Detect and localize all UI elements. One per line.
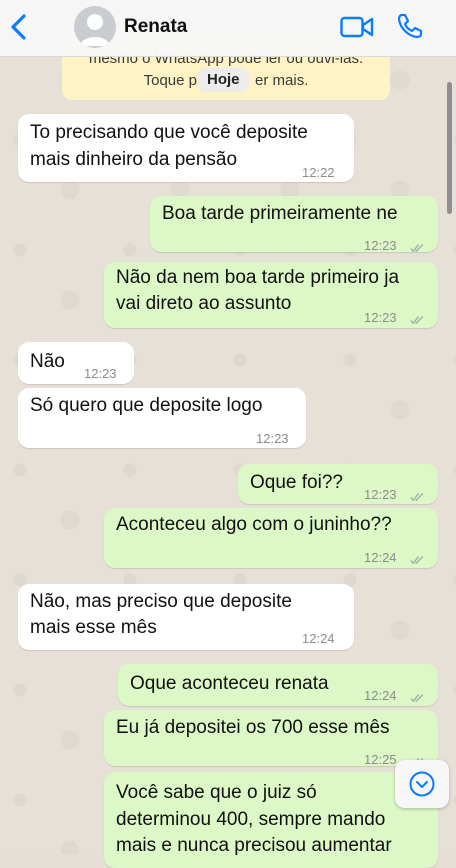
message-text: vai direto ao assunto [116, 293, 292, 314]
message-bubble-outgoing[interactable]: Boa tarde primeiramente ne 12:23 [150, 196, 438, 253]
message-bubble-incoming[interactable]: Não, mas preciso que deposite mais esse … [18, 584, 354, 650]
contact-name[interactable]: Renata [124, 16, 187, 38]
message-time: 12:22 [302, 165, 335, 180]
phone-icon[interactable] [396, 12, 424, 40]
message-text: Você sabe que o juiz só [116, 782, 317, 803]
message-text: Não da nem boa tarde primeiro ja [116, 267, 400, 288]
message-time: 12:23 [364, 487, 397, 502]
message-time: 12:25 [364, 752, 397, 767]
message-bubble-outgoing[interactable]: Aconteceu algo com o juninho?? 12:24 [104, 508, 438, 568]
message-time: 12:23 [256, 431, 289, 446]
message-time: 12:23 [364, 238, 397, 253]
date-pill: Hoje [198, 68, 249, 92]
read-ticks-icon [410, 484, 424, 502]
chevron-down-circle-icon [409, 771, 435, 797]
read-ticks-icon [410, 547, 424, 565]
avatar[interactable] [74, 6, 116, 48]
message-text: Eu já depositei os 700 esse mês [116, 717, 390, 738]
read-ticks-icon [410, 749, 424, 767]
message-time: 12:23 [84, 366, 117, 381]
message-bubble-outgoing[interactable]: Oque aconteceu renata 12:24 [118, 664, 438, 706]
message-text: Só quero que deposite logo [30, 395, 263, 416]
message-text: Boa tarde primeiramente ne [162, 203, 398, 224]
scroll-to-bottom-button[interactable] [395, 760, 449, 808]
message-text: mais e nunca precisou aumentar [116, 835, 392, 856]
read-ticks-icon [410, 307, 424, 325]
message-bubble-outgoing[interactable]: Não da nem boa tarde primeiro ja vai dir… [104, 262, 438, 328]
message-text: Aconteceu algo com o juninho?? [116, 514, 392, 535]
message-text: Não [30, 351, 65, 372]
message-time: 12:24 [364, 688, 397, 703]
scrollbar[interactable] [447, 82, 452, 214]
message-bubble-outgoing[interactable]: Eu já depositei os 700 esse mês 12:25 [104, 710, 438, 767]
message-text: mais dinheiro da pensão [30, 149, 238, 170]
message-time: 12:23 [364, 310, 397, 325]
message-bubble-incoming[interactable]: To precisando que você deposite mais din… [18, 114, 354, 182]
read-ticks-icon [410, 235, 424, 253]
message-time: 12:24 [364, 550, 397, 565]
message-time: 12:24 [302, 631, 335, 646]
message-text: Não, mas preciso que deposite [30, 591, 292, 612]
video-camera-icon[interactable] [340, 14, 374, 40]
chat-header: Renata [0, 0, 456, 57]
message-text: Oque foi?? [250, 472, 343, 493]
message-text: mais esse mês [30, 617, 157, 638]
message-bubble-incoming[interactable]: Só quero que deposite logo 12:23 [18, 388, 306, 448]
message-text: To precisando que você deposite [30, 122, 308, 143]
message-text: Oque aconteceu renata [130, 673, 329, 694]
back-chevron-icon[interactable] [8, 12, 30, 42]
message-text: determinou 400, sempre mando [116, 809, 386, 830]
read-ticks-icon [410, 685, 424, 703]
message-bubble-incoming[interactable]: Não 12:23 [18, 342, 134, 384]
message-bubble-outgoing[interactable]: Oque foi?? 12:23 [238, 464, 438, 504]
